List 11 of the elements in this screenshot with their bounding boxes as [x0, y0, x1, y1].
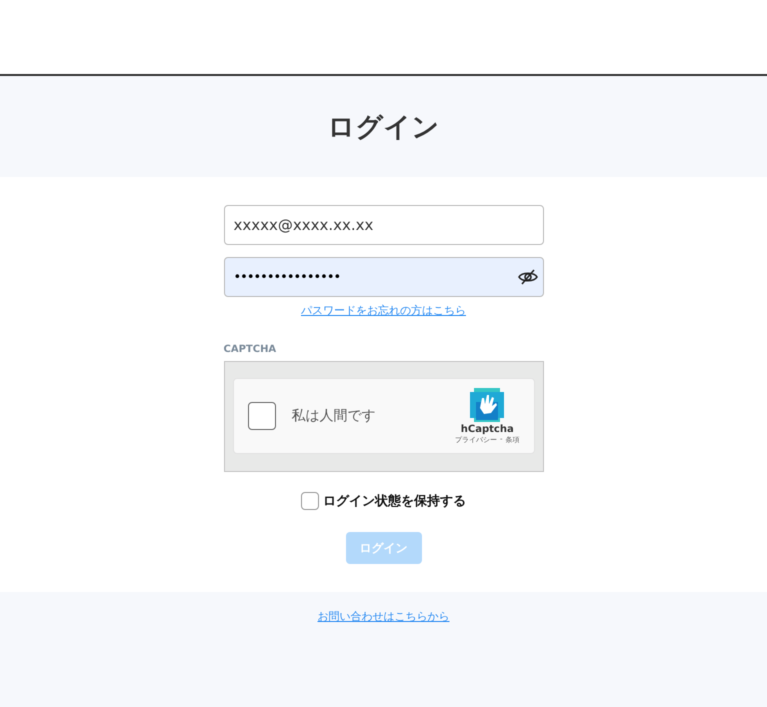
- remember-checkbox[interactable]: [301, 492, 319, 510]
- eye-slash-icon[interactable]: [518, 269, 538, 285]
- email-field[interactable]: xxxxx@xxxx.xx.xx: [224, 205, 544, 245]
- remember-label: ログイン状態を保持する: [323, 492, 466, 510]
- page-title: ログイン: [328, 110, 440, 144]
- password-field[interactable]: ••••••••••••••••: [224, 257, 544, 297]
- captcha-checkbox[interactable]: [248, 402, 276, 430]
- hand-logo-icon: [470, 388, 504, 422]
- captcha-text: 私は人間です: [292, 407, 376, 425]
- captcha-brand: hCaptcha: [460, 424, 514, 434]
- captcha-label: CAPTCHA: [224, 344, 278, 355]
